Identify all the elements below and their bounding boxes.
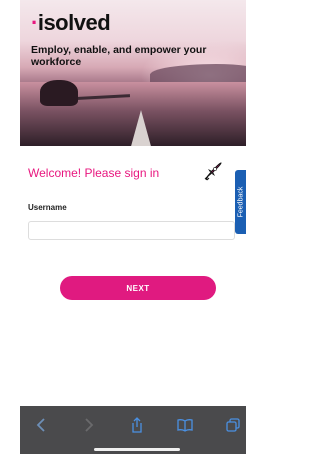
browser-toolbar [20, 406, 246, 454]
forward-icon[interactable] [80, 416, 98, 434]
share-icon[interactable] [128, 416, 146, 434]
feedback-label: Feedback [237, 186, 244, 218]
bookmarks-icon[interactable] [176, 416, 194, 434]
username-label: Username [28, 203, 67, 212]
tabs-icon[interactable] [224, 416, 242, 434]
back-icon[interactable] [32, 416, 50, 434]
next-button[interactable]: NEXT [60, 276, 216, 300]
feedback-tab[interactable]: Feedback [235, 170, 246, 234]
brand-logo: ·isolved [31, 10, 111, 35]
brand-tagline: Employ, enable, and empower your workfor… [31, 44, 207, 68]
welcome-heading: Welcome! Please sign in [28, 166, 160, 180]
kayaker [40, 80, 78, 106]
home-indicator [94, 448, 180, 451]
rocket-icon [203, 161, 223, 181]
username-field[interactable] [28, 221, 235, 240]
